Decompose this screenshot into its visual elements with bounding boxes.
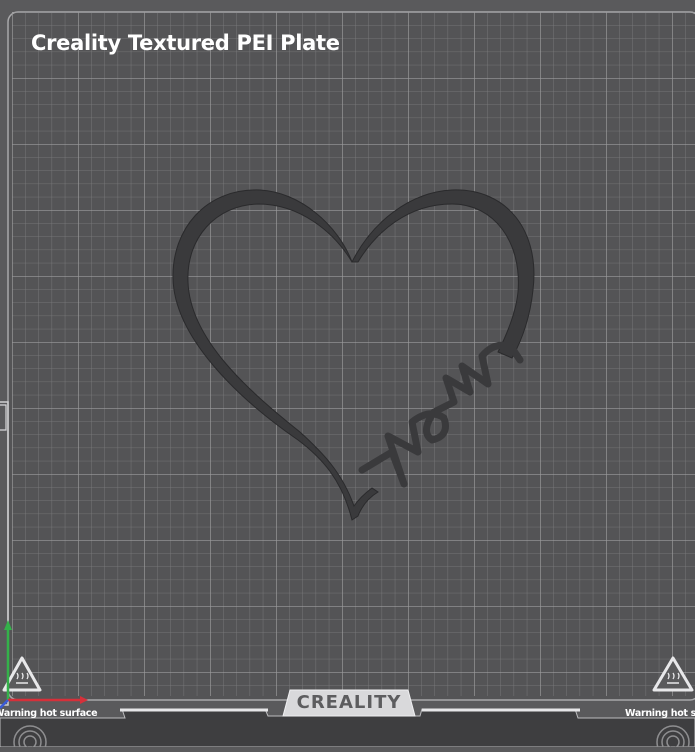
plate-left-clip (0, 404, 7, 431)
grid-major (12, 12, 695, 696)
plate-title: Creality Textured PEI Plate (31, 31, 340, 55)
brand-plaque: CREALITY (283, 689, 415, 716)
build-plate-scene: mom (0, 11, 695, 752)
warning-label-right: Warning hot surface (625, 708, 695, 719)
brand-logo-text: CREALITY (296, 692, 402, 713)
3d-viewport[interactable]: mom Creality Textured PEI Plate CREALITY… (0, 0, 695, 752)
warning-label-left: Warning hot surface (0, 708, 98, 719)
